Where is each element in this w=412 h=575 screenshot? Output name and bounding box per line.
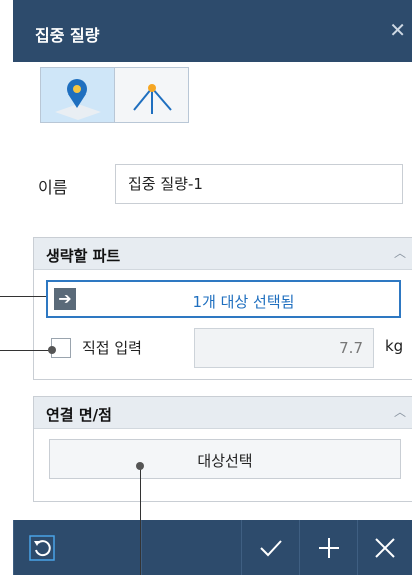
callout-line-target — [140, 466, 141, 575]
distributed-mass-mode-button[interactable] — [114, 67, 189, 123]
window-title: 집중 질량 — [35, 26, 100, 45]
section-title: 연결 면/점 — [46, 406, 112, 424]
title-bar: 집중 질량 ✕ — [13, 0, 412, 62]
plus-icon — [318, 537, 339, 558]
callout-line-select — [0, 296, 46, 297]
name-input[interactable]: 집중 질량-1 — [115, 164, 403, 204]
close-icon[interactable]: ✕ — [389, 18, 406, 42]
footer-toolbar — [13, 520, 412, 575]
close-icon — [375, 537, 395, 558]
reset-icon — [28, 534, 55, 561]
section-title: 생략할 파트 — [46, 247, 121, 265]
confirm-button[interactable] — [241, 520, 299, 575]
select-status-label: 1개 대상 선택됨 — [192, 293, 295, 311]
exclude-parts-section: 생략할 파트 ︿ ➔ 1개 대상 선택됨 직접 입력 7.7 kg — [33, 237, 412, 380]
exclude-parts-header[interactable]: 생략할 파트 ︿ — [34, 238, 412, 270]
point-mass-mode-button[interactable] — [40, 67, 115, 123]
mass-unit-label: kg — [385, 337, 404, 355]
name-label: 이름 — [38, 178, 68, 197]
property-panel: 이름 집중 질량-1 생략할 파트 ︿ ➔ 1개 대상 선택됨 직접 입력 7.… — [13, 62, 412, 520]
check-icon — [259, 539, 282, 556]
connect-faces-section: 연결 면/점 ︿ 대상선택 — [33, 396, 412, 502]
point-mass-icon — [55, 79, 101, 120]
distributed-mass-icon — [133, 84, 172, 114]
arrow-right-icon: ➔ — [54, 288, 76, 310]
toolbar-spacer — [141, 520, 241, 575]
select-target-label: 대상선택 — [197, 452, 253, 470]
mass-value-field[interactable]: 7.7 — [194, 328, 374, 368]
direct-input-label: 직접 입력 — [82, 339, 142, 357]
chevron-up-icon[interactable]: ︿ — [394, 403, 406, 420]
add-button[interactable] — [299, 520, 357, 575]
cancel-button[interactable] — [357, 520, 412, 575]
callout-dot-checkbox — [48, 346, 56, 354]
exclude-parts-select-button[interactable]: ➔ 1개 대상 선택됨 — [46, 280, 401, 318]
connect-faces-header[interactable]: 연결 면/점 ︿ — [34, 397, 412, 429]
callout-dot-target — [136, 462, 144, 470]
reset-button[interactable] — [13, 520, 69, 575]
callout-line-checkbox — [0, 350, 52, 351]
select-target-button[interactable]: 대상선택 — [49, 439, 401, 479]
chevron-up-icon[interactable]: ︿ — [394, 244, 406, 261]
